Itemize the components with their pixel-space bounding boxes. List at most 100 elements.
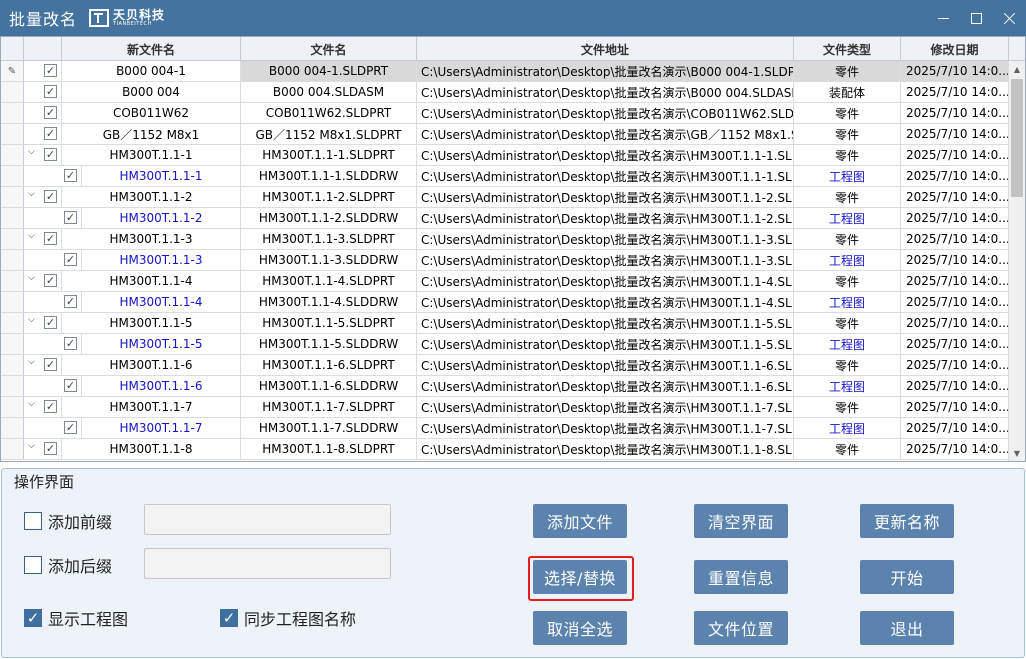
new-name-cell[interactable]: HM300T.1.1-2 — [62, 187, 241, 207]
table-row[interactable]: ⌵ ✓ HM300T.1.1-8 HM300T.1.1-8.SLDPRT C:\User… — [1, 439, 1009, 460]
header-file-type[interactable]: 文件类型 — [794, 37, 901, 61]
table-row[interactable]: ⌵ ✓ HM300T.1.1-5 HM300T.1.1-5.SLDPRT C:\User… — [1, 313, 1009, 334]
new-name-cell[interactable]: HM300T.1.1-1 — [62, 145, 241, 165]
header-file-path[interactable]: 文件地址 — [417, 37, 794, 61]
row-checkbox[interactable]: ✓ — [64, 337, 77, 350]
update-name-button[interactable]: 更新名称 — [860, 504, 954, 538]
table-row-child[interactable]: ✓ HM300T.1.1-7 HM300T.1.1-7.SLDDRW C:\Users… — [1, 418, 1009, 439]
row-checkbox[interactable]: ✓ — [44, 148, 57, 161]
table-row[interactable]: ⌵ ✓ HM300T.1.1-6 HM300T.1.1-6.SLDPRT C:\User… — [1, 355, 1009, 376]
new-name-cell[interactable]: HM300T.1.1-2 — [82, 208, 241, 228]
show-drawing-checkbox[interactable]: ✓ 显示工程图 — [24, 606, 128, 630]
table-row-child[interactable]: ✓ HM300T.1.1-6 HM300T.1.1-6.SLDDRW C:\Users… — [1, 376, 1009, 397]
new-name-cell[interactable]: HM300T.1.1-3 — [82, 250, 241, 270]
row-checkbox[interactable]: ✓ — [64, 295, 77, 308]
row-checkbox[interactable]: ✓ — [44, 274, 57, 287]
new-name-cell[interactable]: GB／1152 M8x1 — [62, 124, 241, 144]
row-checkbox[interactable]: ✓ — [64, 169, 77, 182]
row-checkbox[interactable]: ✓ — [44, 85, 57, 98]
new-name-cell[interactable]: HM300T.1.1-1 — [82, 166, 241, 186]
row-checkbox[interactable]: ✓ — [64, 211, 77, 224]
table-row[interactable]: ⌵ ✓ HM300T.1.1-1 HM300T.1.1-1.SLDPRT C:\User… — [1, 145, 1009, 166]
row-checkbox[interactable]: ✓ — [44, 358, 57, 371]
close-button[interactable] — [993, 0, 1026, 36]
clear-button[interactable]: 清空界面 — [694, 504, 788, 538]
new-name-cell[interactable]: HM300T.1.1-6 — [82, 376, 241, 396]
new-name-cell[interactable]: HM300T.1.1-8 — [62, 439, 241, 459]
add-suffix-checkbox[interactable]: 添加后缀 — [24, 553, 112, 577]
row-indicator — [1, 355, 24, 375]
row-checkbox[interactable]: ✓ — [44, 232, 57, 245]
table-row-child[interactable]: ✓ HM300T.1.1-5 HM300T.1.1-5.SLDDRW C:\Users… — [1, 334, 1009, 355]
new-name-cell[interactable]: HM300T.1.1-5 — [82, 334, 241, 354]
file-name-cell: B000 004-1.SLDPRT — [241, 61, 417, 81]
maximize-button[interactable] — [960, 0, 993, 36]
new-name-cell[interactable]: HM300T.1.1-6 — [62, 355, 241, 375]
header-new-name[interactable]: 新文件名 — [62, 37, 241, 61]
table-row-child[interactable]: ✓ HM300T.1.1-4 HM300T.1.1-4.SLDDRW C:\Users… — [1, 292, 1009, 313]
file-path-cell: C:\Users\Administrator\Desktop\批量改名演示\HM… — [417, 313, 794, 333]
table-row[interactable]: ⌵ ✓ HM300T.1.1-2 HM300T.1.1-2.SLDPRT C:\User… — [1, 187, 1009, 208]
chevron-down-icon[interactable]: ⌵ — [28, 315, 35, 325]
vertical-scrollbar[interactable]: ▲ ▼ — [1008, 61, 1025, 461]
row-checkbox[interactable]: ✓ — [44, 442, 57, 455]
row-checkbox[interactable]: ✓ — [44, 316, 57, 329]
start-button[interactable]: 开始 — [860, 560, 954, 594]
add-file-button[interactable]: 添加文件 — [533, 504, 627, 538]
table-row[interactable]: ✓ B000 004 B000 004.SLDASM C:\Users\Adminis… — [1, 82, 1009, 103]
row-checkbox[interactable]: ✓ — [64, 421, 77, 434]
deselect-all-button[interactable]: 取消全选 — [533, 611, 627, 645]
chevron-down-icon[interactable]: ⌵ — [28, 231, 35, 241]
chevron-down-icon[interactable]: ⌵ — [28, 357, 35, 367]
exit-button[interactable]: 退出 — [860, 611, 954, 645]
header-modified-date[interactable]: 修改日期 — [901, 37, 1009, 61]
chevron-down-icon[interactable]: ⌵ — [28, 273, 35, 283]
prefix-input[interactable] — [144, 504, 391, 535]
chevron-down-icon[interactable]: ⌵ — [28, 441, 35, 451]
row-checkbox[interactable]: ✓ — [64, 379, 77, 392]
chevron-down-icon[interactable]: ⌵ — [28, 147, 35, 157]
select-replace-button[interactable]: 选择/替换 — [533, 560, 627, 594]
new-name-cell[interactable]: HM300T.1.1-7 — [62, 397, 241, 417]
table-row[interactable]: ⌵ ✓ HM300T.1.1-4 HM300T.1.1-4.SLDPRT C:\User… — [1, 271, 1009, 292]
row-checkbox[interactable]: ✓ — [44, 400, 57, 413]
new-name-cell[interactable]: HM300T.1.1-7 — [82, 418, 241, 438]
file-path-cell: C:\Users\Administrator\Desktop\批量改名演示\HM… — [417, 292, 794, 312]
new-name-cell[interactable]: COB011W62 — [62, 103, 241, 123]
modified-date-cell: 2025/7/10 14:0... — [901, 229, 1009, 249]
new-name-cell[interactable]: HM300T.1.1-4 — [62, 271, 241, 291]
row-checkbox[interactable]: ✓ — [44, 106, 57, 119]
add-prefix-checkbox[interactable]: 添加前缀 — [24, 509, 112, 533]
table-row-child[interactable]: ✓ HM300T.1.1-3 HM300T.1.1-3.SLDDRW C:\Users… — [1, 250, 1009, 271]
chevron-down-icon[interactable]: ⌵ — [28, 189, 35, 199]
new-name-cell[interactable]: HM300T.1.1-5 — [62, 313, 241, 333]
sync-drawing-checkbox[interactable]: ✓ 同步工程图名称 — [220, 606, 356, 630]
table-row-child[interactable]: ✓ HM300T.1.1-2 HM300T.1.1-2.SLDDRW C:\Users… — [1, 208, 1009, 229]
new-name-cell[interactable]: B000 004 — [62, 82, 241, 102]
suffix-input[interactable] — [144, 548, 391, 579]
row-checkbox[interactable]: ✓ — [44, 64, 57, 77]
scroll-down-arrow-icon[interactable]: ▼ — [1009, 445, 1025, 461]
table-row-child[interactable]: ✓ HM300T.1.1-1 HM300T.1.1-1.SLDDRW C:\Users… — [1, 166, 1009, 187]
scroll-thumb[interactable] — [1011, 79, 1023, 197]
file-type-cell: 零件 — [794, 229, 901, 249]
row-checkbox[interactable]: ✓ — [64, 253, 77, 266]
new-name-cell[interactable]: B000 004-1 — [62, 61, 241, 81]
scroll-up-arrow-icon[interactable]: ▲ — [1009, 61, 1025, 77]
table-row[interactable]: ⌵ ✓ HM300T.1.1-3 HM300T.1.1-3.SLDPRT C:\User… — [1, 229, 1009, 250]
row-checkbox[interactable]: ✓ — [44, 190, 57, 203]
minimize-button[interactable] — [927, 0, 960, 36]
header-file-name[interactable]: 文件名 — [241, 37, 417, 61]
table-row[interactable]: ⌵ ✓ HM300T.1.1-7 HM300T.1.1-7.SLDPRT C:\User… — [1, 397, 1009, 418]
new-name-cell[interactable]: HM300T.1.1-4 — [82, 292, 241, 312]
row-checkbox[interactable]: ✓ — [44, 127, 57, 140]
chevron-down-icon[interactable]: ⌵ — [28, 399, 35, 409]
table-row[interactable]: ✎ ✓ B000 004-1 B000 004-1.SLDPRT C:\Users\Ad… — [1, 61, 1009, 82]
row-indicator — [1, 166, 24, 186]
reset-info-button[interactable]: 重置信息 — [694, 560, 788, 594]
file-location-button[interactable]: 文件位置 — [694, 611, 788, 645]
table-row[interactable]: ✓ COB011W62 COB011W62.SLDPRT C:\Users\Admin… — [1, 103, 1009, 124]
table-row[interactable]: ✓ GB／1152 M8x1 GB／1152 M8x1.SLDPRT C:\Users… — [1, 124, 1009, 145]
file-name-cell: HM300T.1.1-7.SLDDRW — [241, 418, 417, 438]
new-name-cell[interactable]: HM300T.1.1-3 — [62, 229, 241, 249]
